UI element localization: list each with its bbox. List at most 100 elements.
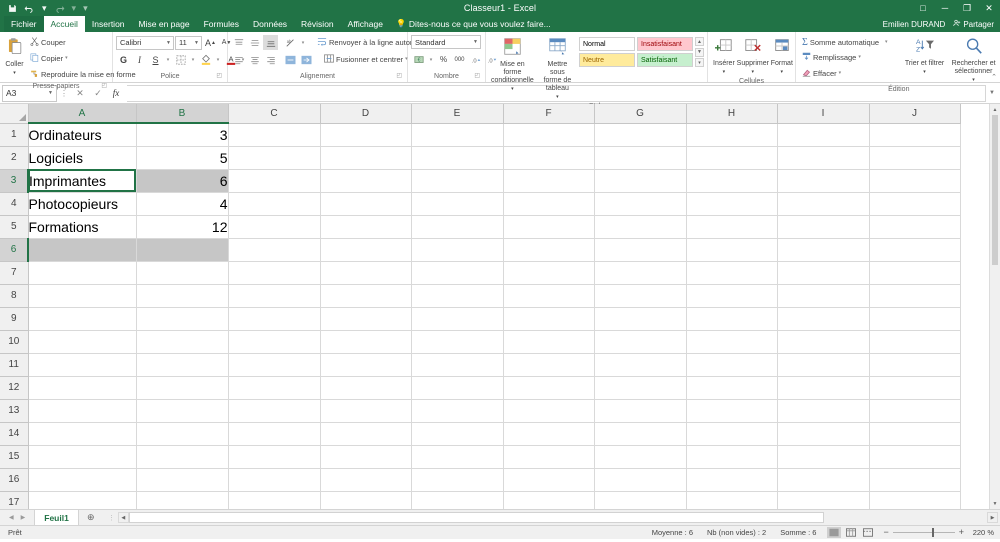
cell-J4[interactable] (869, 192, 961, 216)
format-cells-button[interactable]: Format ▾ (769, 34, 795, 77)
scroll-up-icon[interactable]: ▲ (990, 104, 1000, 115)
style-normal[interactable]: Normal (579, 37, 635, 51)
accounting-format-icon[interactable]: € (411, 52, 426, 67)
customize-quick-access-icon[interactable]: ▾ (83, 3, 88, 13)
styles-more-icon[interactable]: ▾ (695, 58, 704, 67)
cell-I12[interactable] (777, 376, 870, 400)
cell-B2[interactable]: 5 (136, 146, 229, 170)
align-left-icon[interactable] (231, 52, 246, 67)
cell-H9[interactable] (686, 307, 778, 331)
cell-B6[interactable] (136, 238, 229, 262)
cell-E14[interactable] (411, 422, 504, 446)
percent-format-icon[interactable]: % (436, 52, 451, 67)
merge-center-button[interactable]: Fusionner et centrer ▾ (321, 52, 411, 67)
tab-fichier[interactable]: Fichier (4, 16, 44, 32)
cell-B14[interactable] (136, 422, 229, 446)
cell-G7[interactable] (594, 261, 687, 285)
row-header-4[interactable]: 4 (0, 192, 29, 216)
style-insatisfaisant[interactable]: Insatisfaisant (637, 37, 693, 51)
horizontal-scroll-thumb[interactable] (128, 512, 824, 523)
cell-A11[interactable] (28, 353, 137, 377)
column-header-i[interactable]: I (777, 104, 870, 124)
cell-E12[interactable] (411, 376, 504, 400)
cell-F3[interactable] (503, 169, 595, 193)
cell-H13[interactable] (686, 399, 778, 423)
cell-C3[interactable] (228, 169, 321, 193)
row-header-3[interactable]: 3 (0, 169, 29, 193)
column-header-h[interactable]: H (686, 104, 778, 124)
delete-cells-button[interactable]: Supprimer ▾ (737, 34, 769, 77)
row-header-2[interactable]: 2 (0, 146, 29, 170)
cell-C11[interactable] (228, 353, 321, 377)
cell-G16[interactable] (594, 468, 687, 492)
cell-D4[interactable] (320, 192, 412, 216)
cell-A5[interactable]: Formations (28, 215, 137, 239)
cell-I15[interactable] (777, 445, 870, 469)
cell-H4[interactable] (686, 192, 778, 216)
cell-D16[interactable] (320, 468, 412, 492)
align-center-icon[interactable] (247, 52, 262, 67)
tab-accueil[interactable]: Accueil (43, 16, 85, 32)
restore-button[interactable]: ❐ (956, 0, 978, 16)
cell-A4[interactable]: Photocopieurs (28, 192, 137, 216)
redo-icon[interactable] (54, 4, 65, 13)
cell-F4[interactable] (503, 192, 595, 216)
cell-J2[interactable] (869, 146, 961, 170)
cell-B1[interactable]: 3 (136, 123, 229, 147)
row-header-11[interactable]: 11 (0, 353, 29, 377)
zoom-slider-track[interactable] (892, 528, 955, 537)
cell-F8[interactable] (503, 284, 595, 308)
cell-J16[interactable] (869, 468, 961, 492)
cell-I3[interactable] (777, 169, 870, 193)
align-middle-icon[interactable] (247, 35, 262, 50)
fill-button[interactable]: Remplissage ▾ (799, 50, 891, 65)
orientation-dropdown-icon[interactable]: ▾ (299, 35, 307, 50)
undo-dropdown-icon[interactable]: ▾ (42, 3, 47, 13)
cell-C15[interactable] (228, 445, 321, 469)
format-as-table-dropdown-icon[interactable]: ▾ (556, 93, 559, 101)
zoom-out-button[interactable]: − (883, 528, 888, 537)
conditional-formatting-button[interactable]: Mise en forme conditionnelle ▾ (489, 34, 536, 94)
horizontal-scroll-track[interactable] (128, 512, 987, 523)
cell-F13[interactable] (503, 399, 595, 423)
cell-G5[interactable] (594, 215, 687, 239)
cell-H3[interactable] (686, 169, 778, 193)
scroll-right-icon[interactable]: ▶ (987, 512, 998, 523)
cell-H8[interactable] (686, 284, 778, 308)
cell-F11[interactable] (503, 353, 595, 377)
row-header-15[interactable]: 15 (0, 445, 29, 469)
cell-A8[interactable] (28, 284, 137, 308)
increase-font-size-icon[interactable]: A ▲ (203, 35, 218, 50)
decrease-indent-icon[interactable] (283, 52, 298, 67)
cell-G13[interactable] (594, 399, 687, 423)
zoom-in-button[interactable]: + (959, 528, 964, 537)
align-bottom-icon[interactable] (263, 35, 278, 50)
row-header-7[interactable]: 7 (0, 261, 29, 285)
cell-G4[interactable] (594, 192, 687, 216)
split-handle-icon[interactable]: ⋮ (105, 514, 118, 522)
cell-J15[interactable] (869, 445, 961, 469)
cell-E15[interactable] (411, 445, 504, 469)
cell-J8[interactable] (869, 284, 961, 308)
tab-revision[interactable]: Révision (294, 16, 341, 32)
cell-J9[interactable] (869, 307, 961, 331)
cell-C17[interactable] (228, 491, 321, 509)
cell-G11[interactable] (594, 353, 687, 377)
cell-G3[interactable] (594, 169, 687, 193)
cell-D11[interactable] (320, 353, 412, 377)
cell-B16[interactable] (136, 468, 229, 492)
styles-scroll-down-icon[interactable]: ▼ (695, 47, 704, 57)
alignment-dialog-launcher-icon[interactable]: ◰ (396, 71, 402, 81)
tab-mise-en-page[interactable]: Mise en page (132, 16, 197, 32)
cell-J14[interactable] (869, 422, 961, 446)
add-sheet-button[interactable]: ⊕ (79, 510, 103, 525)
cell-B9[interactable] (136, 307, 229, 331)
cell-H10[interactable] (686, 330, 778, 354)
style-satisfaisant[interactable]: Satisfaisant (637, 53, 693, 67)
row-header-14[interactable]: 14 (0, 422, 29, 446)
cell-F9[interactable] (503, 307, 595, 331)
cell-F7[interactable] (503, 261, 595, 285)
underline-button[interactable]: S (148, 52, 163, 67)
cell-I13[interactable] (777, 399, 870, 423)
cell-D13[interactable] (320, 399, 412, 423)
